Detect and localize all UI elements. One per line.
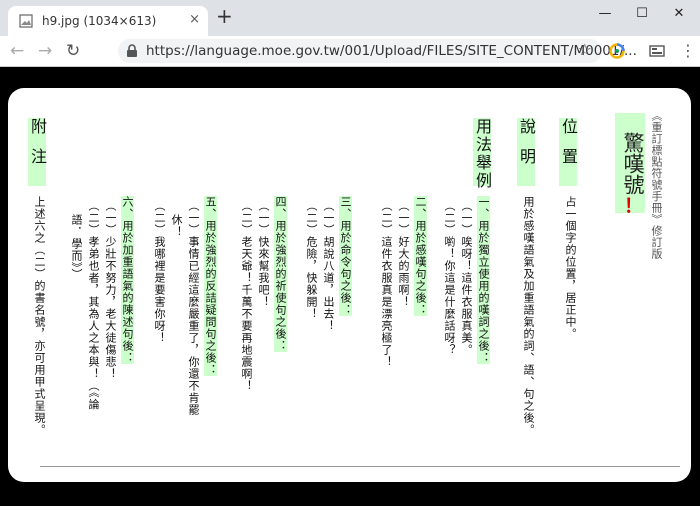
usage-group-1-item-2: （二）喲！你這是什麼話呀？ xyxy=(443,200,456,356)
cast-icon[interactable] xyxy=(649,43,665,59)
usage-group-5-item-1: （一）事情已經這麼嚴重了，你還不肯罷 xyxy=(187,200,200,416)
url-text[interactable]: https://language.moe.gov.tw/001/Upload/F… xyxy=(146,43,637,59)
usage-group-4-title: 四、用於強烈的祈使句之後： xyxy=(274,196,287,352)
usage-group-6-item-1: （一）少壯不努力，老大徒傷悲！ xyxy=(104,200,117,380)
source-note: 《重訂標點符號手冊》修訂版 xyxy=(650,110,663,260)
note-heading: 附注 xyxy=(28,118,47,186)
note-text: 上述六之（二）的書名號，亦可用甲式呈現。 xyxy=(33,196,46,436)
usage-group-2-title: 二、用於感嘆句之後： xyxy=(414,196,427,316)
lock-icon xyxy=(127,44,137,57)
usage-group-1-title: 一、用於獨立使用的嘆詞之後： xyxy=(477,196,490,364)
maximize-button[interactable]: ☐ xyxy=(627,2,657,26)
back-button[interactable]: ← xyxy=(10,40,24,62)
tab-strip: h9.jpg (1034×613) × + — ☐ ✕ xyxy=(0,0,700,36)
usage-group-5-title: 五、用於強烈的反詰疑問句之後： xyxy=(204,196,217,376)
bookmark-star-icon[interactable]: ☆ xyxy=(578,40,592,59)
usage-group-3-item-1: （一）胡說八道，出去！ xyxy=(322,200,335,332)
explanation-heading: 說明 xyxy=(517,118,536,186)
browser-tab[interactable]: h9.jpg (1034×613) × xyxy=(8,6,208,36)
usage-group-5-item-1-cont: 休！ xyxy=(170,214,183,238)
tab-close-icon[interactable]: × xyxy=(189,12,200,27)
new-tab-button[interactable]: + xyxy=(216,6,233,26)
usage-group-6-item-2-cont: 語．學而》） xyxy=(70,214,83,281)
usage-group-3-title: 三、用於命令句之後： xyxy=(339,196,352,316)
usage-group-5-item-2: （二）我哪裡是要害你呀！ xyxy=(153,200,166,344)
usage-group-6-title: 六、用於加重語氣的陳述句後： xyxy=(121,196,134,364)
image-file-icon xyxy=(19,14,33,28)
address-bar[interactable]: https://language.moe.gov.tw/001/Upload/F… xyxy=(118,39,637,63)
usage-group-6-item-2: （二）孝弟也者，其為人之本與！（《論 xyxy=(87,200,100,411)
explanation-text: 用於感嘆語氣及加重語氣的詞、語、句之後。 xyxy=(522,196,535,436)
usage-heading: 用法舉例 xyxy=(473,118,492,190)
document-image: 《重訂標點符號手冊》修訂版 驚嘆號 ！ 位置 占一個字的位置，居正中。 說明 用… xyxy=(8,88,691,482)
close-window-button[interactable]: ✕ xyxy=(664,2,694,26)
usage-group-4-item-1: （一）快來幫我吧！ xyxy=(257,200,270,308)
tab-title: h9.jpg (1034×613) xyxy=(42,14,157,28)
usage-group-1-item-1: （一）唉呀！這件衣服真美。 xyxy=(460,200,473,356)
browser-toolbar: ← → ↻ https://language.moe.gov.tw/001/Up… xyxy=(0,36,700,67)
position-text: 占一個字的位置，居正中。 xyxy=(564,196,577,340)
usage-group-2-item-1: （一）好大的雨啊！ xyxy=(397,200,410,308)
usage-group-3-item-2: （二）危險，快躲開！ xyxy=(305,200,318,320)
forward-button[interactable]: → xyxy=(38,40,52,62)
bottom-divider xyxy=(40,466,680,467)
extension-icon[interactable] xyxy=(609,43,625,59)
usage-group-2-item-2: （二）這件衣服真是漂亮極了！ xyxy=(380,200,393,368)
position-heading: 位置 xyxy=(559,118,578,186)
exclamation-mark: ！ xyxy=(624,195,644,217)
minimize-button[interactable]: — xyxy=(590,2,620,26)
menu-icon[interactable]: ⋮ xyxy=(680,40,696,62)
usage-group-4-item-2: （二）老天爺！千萬不要再地震啊！ xyxy=(240,200,253,392)
reload-button[interactable]: ↻ xyxy=(66,40,80,62)
